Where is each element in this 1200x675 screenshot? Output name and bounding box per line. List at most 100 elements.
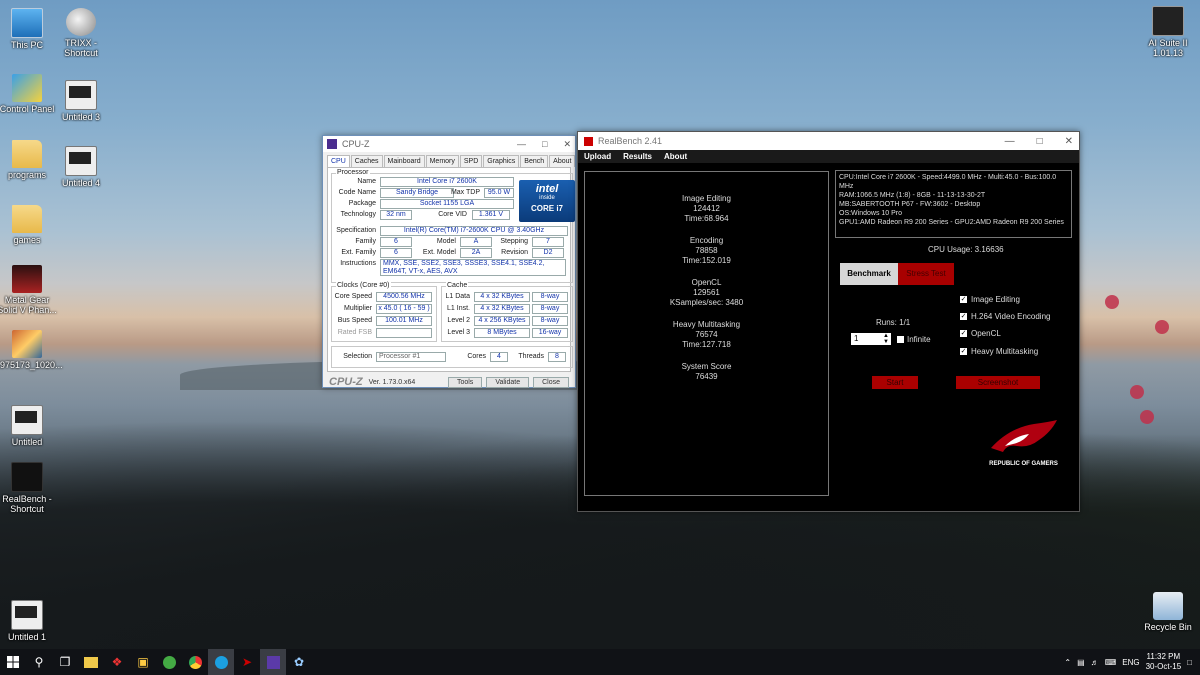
specification-value: Intel(R) Core(TM) i7-2600K CPU @ 3.40GHz	[380, 226, 568, 236]
cpuz-cpu-panel: Processor Name Intel Core i7 2600K Code …	[327, 167, 575, 372]
flower-decoration	[1105, 295, 1119, 309]
chrome-icon[interactable]	[182, 649, 208, 675]
tab-caches[interactable]: Caches	[350, 155, 383, 167]
l1-inst-way: 8-way	[532, 304, 568, 314]
app-icon-2[interactable]: ✿	[286, 649, 312, 675]
cpuz-logo: CPU-Z	[329, 376, 363, 388]
checkbox-checked-icon: ✓	[960, 348, 967, 355]
desktop-icon-untitled[interactable]: Untitled	[0, 405, 59, 447]
desktop-icon-metal-gear[interactable]: Metal Gear Solid V Phan...	[0, 265, 59, 315]
checkbox-checked-icon: ✓	[960, 330, 967, 337]
l1-data-way: 8-way	[532, 292, 568, 302]
l1-inst-value: 4 x 32 KBytes	[474, 304, 530, 314]
image-file-icon	[11, 600, 43, 630]
tools-button[interactable]: Tools	[447, 376, 483, 388]
desktop-icon-untitled-3[interactable]: Untitled 3	[49, 80, 113, 122]
screenshot-button[interactable]: Screenshot	[956, 376, 1040, 389]
taskbar: ⚲ ❐ ❖ ▣ ➤ ✿ ⌃ ▤ ♬ ⌨ ENG 11:32 PM 30-Oct-…	[0, 649, 1200, 675]
tab-mainboard[interactable]: Mainboard	[383, 155, 425, 167]
processor-select[interactable]: Processor #1	[376, 352, 446, 362]
flower-decoration	[1155, 320, 1169, 334]
minimize-icon[interactable]: —	[1005, 136, 1015, 147]
family-value: 6	[380, 237, 412, 247]
tab-about[interactable]: About	[549, 155, 576, 167]
rog-icon	[11, 462, 43, 492]
desktop-icon-image-file[interactable]: 1975173_1020...	[0, 330, 63, 370]
check-heavy-multitasking[interactable]: ✓ Heavy Multitasking	[960, 347, 1038, 356]
cpuz-titlebar[interactable]: CPU-Z — □ ✕	[323, 136, 575, 152]
start-button[interactable]: Start	[872, 376, 918, 389]
menu-upload[interactable]: Upload	[584, 152, 611, 161]
result-image-editing: Image Editing 124412 Time:68.964	[682, 194, 731, 223]
check-h264-encoding[interactable]: ✓ H.264 Video Encoding	[960, 312, 1050, 321]
notifications-icon[interactable]: □	[1187, 658, 1192, 667]
infinite-checkbox[interactable]: Infinite	[897, 335, 931, 344]
system-tray: ⌃ ▤ ♬ ⌨ ENG 11:32 PM 30-Oct-15 □	[1064, 652, 1200, 672]
cpuz-app-icon	[327, 139, 337, 149]
app-icon-1[interactable]: ❖	[104, 649, 130, 675]
close-button[interactable]: Close	[533, 376, 569, 388]
ext-model-value: 2A	[460, 248, 492, 258]
spinner-arrows-icon[interactable]: ▲ ▼	[883, 333, 889, 345]
stress-test-tab[interactable]: Stress Test	[898, 263, 954, 285]
result-encoding: Encoding 78858 Time:152.019	[682, 236, 731, 265]
image-file-icon	[65, 146, 97, 176]
desktop-icon-untitled-1[interactable]: Untitled 1	[0, 600, 59, 642]
utorrent-icon[interactable]	[156, 649, 182, 675]
cpu-usage-label: CPU Usage: 3.16636	[928, 245, 1004, 254]
clocks-group: Clocks (Core #0) Core Speed 4500.56 MHz …	[331, 282, 437, 342]
check-opencl[interactable]: ✓ OpenCL	[960, 329, 1001, 338]
menu-results[interactable]: Results	[623, 152, 652, 161]
core-vid-value: 1.361 V	[472, 210, 510, 220]
volume-icon[interactable]: ♬	[1091, 658, 1099, 667]
minimize-icon[interactable]: —	[517, 139, 526, 150]
check-image-editing[interactable]: ✓ Image Editing	[960, 295, 1020, 304]
realbench-titlebar[interactable]: RealBench 2.41 — □ ✕	[578, 132, 1079, 150]
clock[interactable]: 11:32 PM 30-Oct-15	[1146, 652, 1182, 672]
desktop-icon-trixx[interactable]: TRIXX - Shortcut	[49, 8, 113, 58]
chevron-up-icon[interactable]: ⌃	[1064, 658, 1071, 667]
realbench-menubar: Upload Results About	[578, 150, 1079, 163]
file-explorer-icon[interactable]	[78, 649, 104, 675]
start-button[interactable]	[0, 649, 26, 675]
tab-spd[interactable]: SPD	[459, 155, 483, 167]
maximize-icon[interactable]: □	[1037, 136, 1043, 147]
tab-bench[interactable]: Bench	[520, 155, 549, 167]
menu-about[interactable]: About	[664, 152, 687, 161]
realbench-app-icon	[584, 136, 593, 146]
cpuz-taskbar-icon[interactable]	[260, 649, 286, 675]
image-thumbnail-icon	[12, 330, 42, 358]
language-indicator[interactable]: ENG	[1122, 658, 1139, 667]
runs-label: Runs: 1/1	[876, 318, 911, 327]
task-view-icon[interactable]: ❐	[52, 649, 78, 675]
realbench-window: RealBench 2.41 — □ ✕ Upload Results Abou…	[577, 131, 1080, 512]
close-icon[interactable]: ✕	[1065, 136, 1073, 147]
maximize-icon[interactable]: □	[542, 139, 547, 150]
runs-spinner[interactable]: 1 ▲ ▼	[851, 333, 891, 345]
tab-graphics[interactable]: Graphics	[483, 155, 520, 167]
checkbox-unchecked-icon	[897, 336, 904, 343]
cores-value: 4	[490, 352, 508, 362]
search-icon[interactable]: ⚲	[26, 649, 52, 675]
benchmark-tab[interactable]: Benchmark	[840, 263, 898, 285]
revision-value: D2	[532, 248, 564, 258]
skype-icon[interactable]	[208, 649, 234, 675]
validate-button[interactable]: Validate	[486, 376, 530, 388]
keyboard-icon[interactable]: ⌨	[1105, 658, 1117, 667]
close-icon[interactable]: ✕	[563, 139, 571, 150]
desktop-icon-realbench[interactable]: RealBench - Shortcut	[0, 462, 59, 514]
rog-taskbar-icon[interactable]: ➤	[234, 649, 260, 675]
network-icon[interactable]: ▤	[1077, 658, 1085, 667]
desktop-icon-games[interactable]: games	[0, 205, 59, 245]
popcorn-icon[interactable]: ▣	[130, 649, 156, 675]
folder-icon	[12, 140, 42, 168]
tab-cpu[interactable]: CPU	[327, 155, 350, 167]
desktop-icon-recycle-bin[interactable]: Recycle Bin	[1136, 592, 1200, 632]
multiplier-value: x 45.0 ( 16 - 59 )	[376, 304, 432, 314]
desktop-icon-ai-suite[interactable]: AI Suite II 1.01.13	[1136, 6, 1200, 58]
realbench-title: RealBench 2.41	[598, 136, 663, 146]
desktop-icon-untitled-4[interactable]: Untitled 4	[49, 146, 113, 188]
rog-logo: REPUBLIC OF GAMERS	[986, 418, 1061, 468]
tab-memory[interactable]: Memory	[425, 155, 459, 167]
rated-fsb-value	[376, 328, 432, 338]
